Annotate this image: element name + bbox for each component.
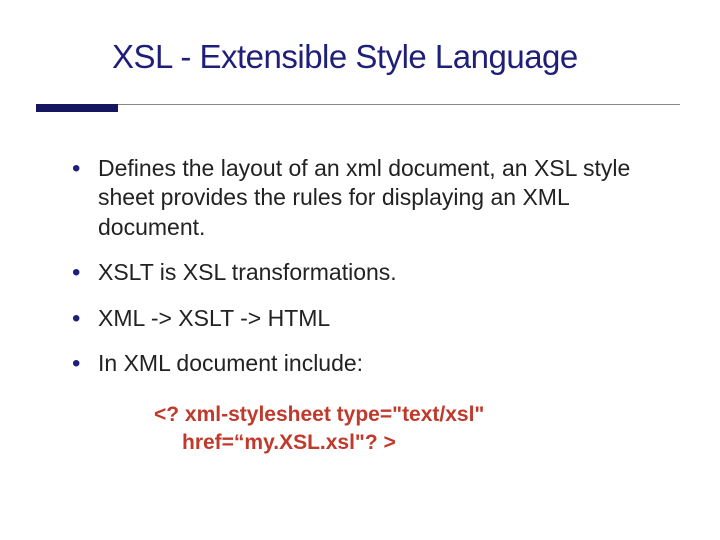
code-line: <? xml-stylesheet type="text/xsl": [154, 401, 676, 429]
bullet-item: XML -> XSLT -> HTML: [70, 304, 676, 333]
code-block: <? xml-stylesheet type="text/xsl" href=“…: [70, 395, 676, 458]
slide: XSL - Extensible Style Language Defines …: [0, 0, 720, 540]
bullet-item: Defines the layout of an xml document, a…: [70, 154, 676, 242]
divider-accent: [36, 104, 118, 112]
code-line: href=“my.XSL.xsl"? >: [154, 429, 676, 457]
bullet-list: Defines the layout of an xml document, a…: [70, 154, 676, 379]
slide-content: Defines the layout of an xml document, a…: [0, 104, 720, 457]
divider-line: [36, 104, 680, 105]
slide-title: XSL - Extensible Style Language: [0, 0, 720, 76]
bullet-item: In XML document include:: [70, 349, 676, 378]
bullet-item: XSLT is XSL transformations.: [70, 258, 676, 287]
